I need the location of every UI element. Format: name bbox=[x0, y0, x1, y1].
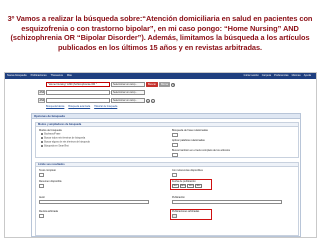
abstract-limit-label: Resumen disponible bbox=[39, 180, 62, 183]
date-from-month-select[interactable]: Mes bbox=[172, 184, 179, 188]
menu-languages[interactable]: Idiomas bbox=[292, 73, 301, 79]
slide-caption: 3º Vamos a realizar la búsqueda sobre:“A… bbox=[7, 14, 313, 52]
search-row: AND Seleccionar un camp... + − bbox=[38, 97, 228, 104]
related-words-toggle[interactable] bbox=[172, 143, 178, 147]
link-search-history[interactable]: Historial de búsqueda bbox=[94, 105, 117, 108]
search-term-input[interactable] bbox=[46, 98, 110, 103]
add-row-icon[interactable]: + bbox=[146, 98, 150, 103]
search-term-input[interactable] bbox=[46, 90, 110, 95]
related-phrase-label: Búsqueda de frase relacionadas bbox=[172, 129, 208, 132]
abstract-checkbox[interactable] bbox=[39, 184, 44, 188]
search-row: "Home Nursing" AND (Schizophrenia OR " S… bbox=[38, 81, 228, 88]
clear-button[interactable]: Borrar bbox=[159, 82, 171, 87]
remove-row-icon[interactable]: − bbox=[151, 98, 155, 103]
limit-results-title: Limite sus resultados bbox=[36, 163, 298, 167]
author-limit-label: Autor bbox=[39, 196, 45, 199]
peer-reviewed-pubs-label: Publicaciones arbitradas bbox=[172, 210, 200, 213]
advanced-search-rows: "Home Nursing" AND (Schizophrenia OR " S… bbox=[38, 81, 228, 108]
menu-preferences[interactable]: Preferencias bbox=[274, 73, 289, 79]
top-menubar: Nueva búsqueda Publicaciones Thesaurus M… bbox=[5, 73, 316, 79]
radio-selected-icon bbox=[41, 137, 44, 140]
date-to-year-input[interactable]: Año bbox=[195, 184, 202, 188]
fulltext-checkbox[interactable] bbox=[39, 173, 44, 177]
radio-icon bbox=[41, 141, 44, 144]
peer-reviewed-label: Revista arbitrada bbox=[39, 210, 58, 213]
date-from-year-input[interactable]: Año bbox=[179, 184, 187, 188]
link-basic-search[interactable]: Búsqueda básica bbox=[46, 105, 64, 108]
search-term-input[interactable]: "Home Nursing" AND (Schizophrenia OR " bbox=[46, 82, 110, 87]
author-input[interactable] bbox=[39, 200, 149, 204]
search-row: AND Seleccionar un camp... bbox=[38, 89, 228, 96]
menu-new-search[interactable]: Nueva búsqueda bbox=[7, 73, 27, 79]
menu-publications[interactable]: Publicaciones bbox=[31, 73, 47, 79]
boolean-operator bbox=[38, 82, 45, 87]
mode-option[interactable]: Booleano/Frase bbox=[41, 133, 60, 136]
radio-icon bbox=[41, 145, 44, 148]
menu-more[interactable]: Más bbox=[67, 73, 72, 79]
mode-option[interactable]: Búsqueda en SmartText bbox=[41, 145, 69, 148]
fulltext-limit-label: Texto completo bbox=[39, 169, 56, 172]
pub-date-label: Fecha de publicación bbox=[172, 180, 196, 183]
mode-option[interactable]: Buscar todos mis términos de búsqueda bbox=[41, 137, 85, 140]
link-advanced-search[interactable]: Búsqueda avanzada bbox=[68, 105, 90, 108]
help-icon[interactable]: ? bbox=[171, 82, 176, 87]
date-to-month-select[interactable]: Mes bbox=[187, 184, 195, 188]
related-words-label: Aplicar palabras relacionadas bbox=[172, 139, 205, 142]
search-button[interactable]: Buscar bbox=[146, 82, 159, 87]
fulltext-search-toggle[interactable] bbox=[172, 153, 178, 157]
references-checkbox[interactable] bbox=[172, 173, 177, 177]
boolean-operator-select[interactable]: AND bbox=[38, 90, 45, 95]
search-modes-label: Modos de búsqueda bbox=[39, 129, 62, 132]
pub-date-range: Mes Año Mes Año bbox=[172, 184, 203, 188]
search-options-panel: Opciones de búsqueda Modos y ampliadores… bbox=[31, 113, 301, 237]
related-phrase-toggle[interactable] bbox=[172, 133, 178, 137]
mode-option-label: Buscar alguno de mis términos de búsqued… bbox=[44, 141, 90, 144]
peer-reviewed-pubs-checkbox[interactable] bbox=[172, 214, 177, 218]
mode-option-label: Buscar todos mis términos de búsqueda bbox=[44, 137, 86, 140]
references-label: Con referencias disponibles bbox=[172, 169, 203, 172]
field-select[interactable]: Seleccionar un camp... bbox=[111, 98, 145, 103]
fulltext-search-label: Buscar también en el texto completo de l… bbox=[172, 149, 230, 152]
menu-signin[interactable]: Iniciar sesión bbox=[244, 73, 259, 79]
menu-thesaurus[interactable]: Thesaurus bbox=[51, 73, 63, 79]
limit-results-section: Limite sus resultados Texto completo Res… bbox=[35, 162, 299, 236]
peer-reviewed-checkbox[interactable] bbox=[39, 214, 44, 218]
mode-option-label: Búsqueda en SmartText bbox=[44, 145, 69, 148]
menu-folder[interactable]: Carpeta bbox=[262, 73, 271, 79]
field-select[interactable]: Seleccionar un camp... bbox=[111, 90, 145, 95]
mode-option-label: Booleano/Frase bbox=[44, 133, 61, 136]
publication-input[interactable] bbox=[172, 200, 282, 204]
radio-icon bbox=[41, 133, 44, 136]
menu-help[interactable]: Ayuda bbox=[304, 73, 311, 79]
boolean-operator-select[interactable]: AND bbox=[38, 98, 45, 103]
menubar-right: Iniciar sesión Carpeta Preferencias Idio… bbox=[244, 73, 314, 79]
search-modes-title: Modos y ampliadores de búsqueda bbox=[36, 123, 298, 127]
publication-label: Publicación bbox=[172, 196, 185, 199]
ebsco-screenshot: Nueva búsqueda Publicaciones Thesaurus M… bbox=[4, 72, 317, 238]
field-select[interactable]: Seleccionar un camp... bbox=[111, 82, 145, 87]
search-links: Búsqueda básica Búsqueda avanzada Histor… bbox=[46, 105, 228, 108]
search-modes-section: Modos y ampliadores de búsqueda Modos de… bbox=[35, 122, 299, 158]
search-options-title: Opciones de búsqueda bbox=[32, 114, 300, 119]
mode-option[interactable]: Buscar alguno de mis términos de búsqued… bbox=[41, 141, 90, 144]
